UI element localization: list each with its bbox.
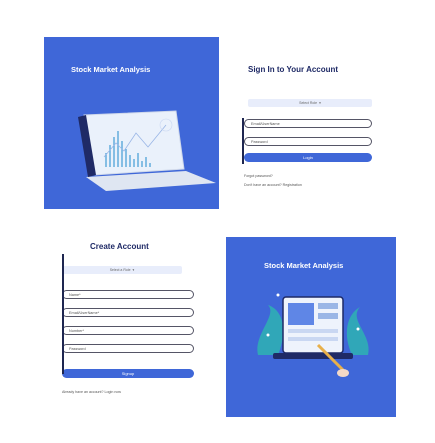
name-field[interactable]: Name* — [62, 290, 194, 299]
analytics-dashboard-icon — [257, 293, 369, 377]
role-select-label: Select a Role — [109, 268, 131, 272]
email-field[interactable]: Email/UserName — [244, 119, 372, 128]
brand-panel-top: Stock Market Analysis — [44, 37, 219, 209]
password-placeholder: Password — [69, 346, 86, 351]
forgot-password-link[interactable]: Forgot password? — [244, 174, 273, 178]
chevron-down-icon: ▾ — [132, 268, 135, 272]
role-select-label: Select Role — [299, 101, 318, 105]
brand-title: Stock Market Analysis — [71, 65, 151, 74]
login-button[interactable]: Login — [244, 153, 372, 162]
login-link[interactable]: Already have an account? Login now — [62, 390, 121, 394]
role-select[interactable]: Select Role ▾ — [248, 99, 372, 107]
number-field[interactable]: Number* — [62, 326, 194, 335]
divider-line — [62, 254, 64, 374]
chevron-down-icon: ▾ — [319, 101, 321, 105]
password-field[interactable]: Password — [244, 137, 372, 146]
signup-panel: Create Account Select a Role ▾ Name* Ema… — [44, 222, 219, 422]
laptop-chart-icon — [78, 110, 216, 191]
login-title: Sign In to Your Account — [248, 65, 339, 74]
brand-panel-bottom: Stock Market Analysis — [226, 237, 396, 417]
login-panel: Sign In to Your Account Select Role ▾ Em… — [220, 37, 395, 209]
number-placeholder: Number* — [69, 328, 84, 333]
divider-line — [242, 118, 244, 164]
name-placeholder: Name* — [69, 292, 81, 297]
signup-title: Create Account — [90, 242, 149, 251]
email-field[interactable]: Email/UserName* — [62, 308, 194, 317]
email-placeholder: Email/UserName — [251, 121, 280, 126]
brand-title: Stock Market Analysis — [264, 261, 344, 270]
role-select[interactable]: Select a Role ▾ — [62, 266, 182, 274]
signup-button[interactable]: Signup — [62, 369, 194, 378]
email-placeholder: Email/UserName* — [69, 310, 100, 315]
password-field[interactable]: Password — [62, 344, 194, 353]
password-placeholder: Password — [251, 139, 268, 144]
registration-link[interactable]: Don't have an account? Registration — [244, 183, 302, 187]
